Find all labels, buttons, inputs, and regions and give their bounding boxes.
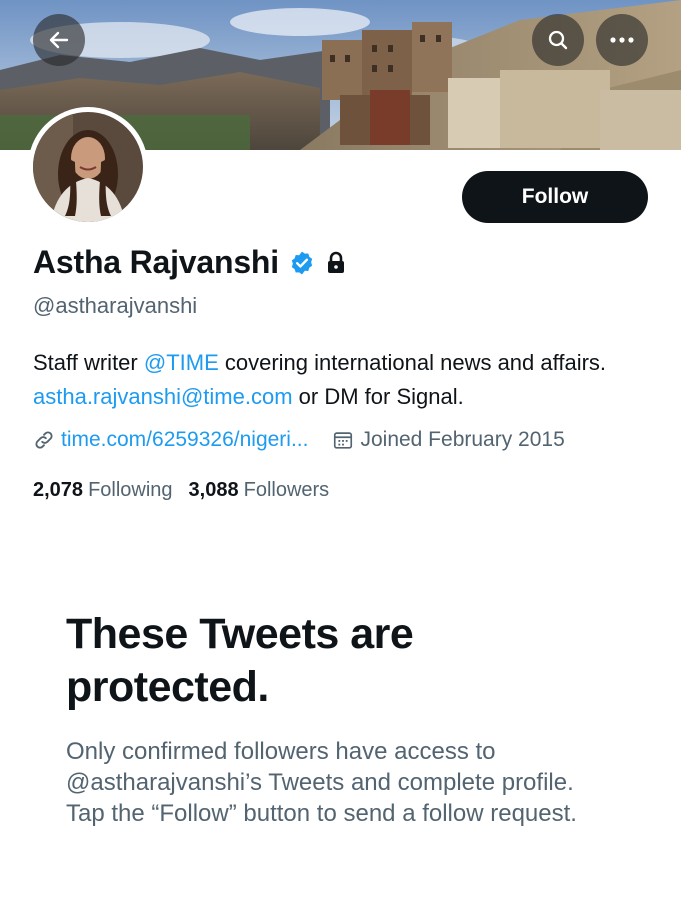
- search-button[interactable]: [532, 14, 584, 66]
- followers-label: Followers: [243, 479, 330, 501]
- back-button[interactable]: [33, 14, 85, 66]
- followers-count: 3,088: [188, 479, 239, 501]
- joined-date: Joined February 2015: [332, 428, 565, 452]
- bio-text: Staff writer: [33, 350, 144, 375]
- avatar-photo: [33, 112, 143, 222]
- profile-meta: time.com/6259326/nigeri... Joined Februa…: [33, 428, 565, 452]
- bio-email-link[interactable]: astha.rajvanshi@time.com: [33, 384, 293, 409]
- more-button[interactable]: [596, 14, 648, 66]
- website-url[interactable]: time.com/6259326/nigeri...: [61, 428, 308, 452]
- following-label: Following: [88, 479, 173, 501]
- profile-bio: Staff writer @TIME covering internationa…: [33, 346, 653, 414]
- protected-description: Only confirmed followers have access to …: [66, 738, 577, 827]
- website-link[interactable]: time.com/6259326/nigeri...: [33, 428, 308, 452]
- avatar[interactable]: [28, 107, 148, 227]
- protected-title: These Tweets are protected.: [66, 610, 414, 711]
- arrow-left-icon: [49, 31, 69, 49]
- followers-stat[interactable]: 3,088 Followers: [189, 479, 330, 502]
- user-handle: @astharajvanshi: [33, 293, 198, 318]
- lock-icon: [325, 251, 347, 275]
- bio-text: or DM for Signal.: [292, 384, 464, 409]
- link-icon: [33, 429, 55, 451]
- follow-button[interactable]: Follow: [462, 171, 648, 223]
- search-icon: [548, 30, 568, 50]
- name-row: Astha Rajvanshi: [33, 244, 347, 281]
- display-name: Astha Rajvanshi: [33, 244, 279, 280]
- following-count: 2,078: [33, 479, 84, 501]
- joined-text: Joined February 2015: [360, 428, 565, 451]
- more-horizontal-icon: [610, 37, 634, 43]
- following-stat[interactable]: 2,078 Following: [33, 479, 173, 502]
- bio-mention-link[interactable]: @TIME: [144, 350, 219, 375]
- bio-text: covering international news and affairs.: [218, 350, 607, 375]
- follow-stats: 2,078 Following 3,088 Followers: [33, 479, 345, 502]
- calendar-icon: [332, 429, 354, 451]
- verified-badge-icon[interactable]: [289, 250, 315, 276]
